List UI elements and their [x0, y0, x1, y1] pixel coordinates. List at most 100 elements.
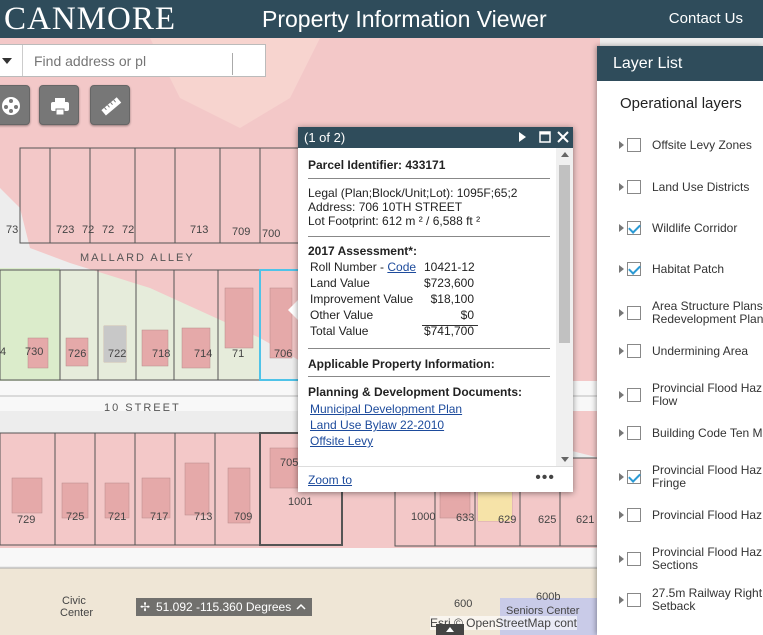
expand-arrow-icon[interactable]	[619, 555, 624, 563]
attribution-toggle[interactable]	[436, 624, 464, 635]
lot-number: 713	[190, 224, 209, 236]
lot-number: 621	[576, 514, 595, 526]
layer-label: 27.5m Railway Right Setback	[652, 586, 763, 613]
lot-number: 73	[6, 224, 19, 236]
app-title: Property Information Viewer	[262, 6, 547, 32]
scrollbar-thumb[interactable]	[559, 165, 570, 343]
layer-item[interactable]: Wildlife Corridor	[597, 218, 763, 248]
lot-number: 71	[232, 348, 245, 360]
search-source-dropdown[interactable]	[0, 45, 23, 76]
applicable-info-title: Applicable Property Information:	[308, 357, 495, 371]
expand-arrow-icon[interactable]	[619, 473, 624, 481]
expand-arrow-icon[interactable]	[619, 391, 624, 399]
next-feature-icon[interactable]	[515, 130, 529, 144]
layer-label: Wildlife Corridor	[652, 221, 738, 235]
expand-arrow-icon[interactable]	[619, 347, 624, 355]
operational-layers-heading: Operational layers	[620, 95, 742, 112]
parcel-address: Address: 706 10TH STREET	[308, 200, 463, 214]
popup-scrollbar[interactable]	[556, 148, 573, 466]
expand-arrow-icon[interactable]	[619, 183, 624, 191]
print-tool-button[interactable]	[39, 85, 79, 125]
layers-tool-button[interactable]	[0, 85, 30, 125]
roll-code-link[interactable]: Code	[387, 260, 416, 274]
layer-visibility-checkbox[interactable]	[627, 221, 641, 235]
layer-item[interactable]: Land Use Districts	[597, 177, 763, 207]
layer-label: Undermining Area	[652, 344, 749, 358]
contact-us-link[interactable]: Contact Us	[669, 0, 743, 38]
popup-footer: Zoom to •••	[298, 466, 573, 493]
expand-arrow-icon[interactable]	[619, 596, 624, 604]
assessment-label: Improvement Value	[310, 292, 414, 306]
maximize-icon[interactable]	[538, 130, 552, 144]
roll-number-label: Roll Number - Code	[310, 260, 417, 274]
lot-number: 721	[108, 511, 127, 523]
layer-visibility-checkbox[interactable]	[627, 508, 641, 522]
lot-footprint: Lot Footprint: 612 m ² / 6,588 ft ²	[308, 214, 481, 228]
street-label: MALLARD ALLEY	[80, 252, 195, 264]
lot-number: 72	[102, 224, 115, 236]
more-actions-icon[interactable]: •••	[535, 469, 555, 487]
layer-item[interactable]: Undermining Area	[597, 341, 763, 371]
layer-visibility-checkbox[interactable]	[627, 180, 641, 194]
scroll-up-icon[interactable]	[561, 152, 569, 157]
scroll-down-icon[interactable]	[561, 457, 569, 462]
layer-label: Land Use Districts	[652, 180, 750, 194]
lot-number: 723	[56, 224, 75, 236]
search-widget	[0, 44, 266, 77]
expand-arrow-icon[interactable]	[619, 141, 624, 149]
offsite-levy-link[interactable]: Offsite Levy	[310, 434, 373, 448]
lot-number: 1001	[288, 496, 313, 508]
ruler-icon	[101, 97, 122, 116]
layer-item[interactable]: Provincial Flood Haz Sections	[597, 546, 763, 576]
assessment-label: Total Value	[310, 324, 369, 338]
popup-title-bar: (1 of 2)	[298, 127, 573, 148]
zoom-to-link[interactable]: Zoom to	[308, 473, 352, 487]
layer-label: Building Code Ten M	[652, 426, 763, 440]
layer-item[interactable]: Provincial Flood Haz Flow	[597, 382, 763, 412]
layer-visibility-checkbox[interactable]	[627, 593, 641, 607]
chevron-up-icon[interactable]	[294, 598, 308, 616]
layer-visibility-checkbox[interactable]	[627, 388, 641, 402]
street-label: 10 STREET	[104, 402, 181, 414]
app-header: CANMORE Property Information Viewer Cont…	[0, 0, 763, 38]
layer-item[interactable]: Provincial Flood Haz	[597, 505, 763, 535]
land-use-bylaw-link[interactable]: Land Use Bylaw 22-2010	[310, 418, 444, 432]
layer-list-title: Layer List	[597, 46, 763, 81]
layer-visibility-checkbox[interactable]	[627, 262, 641, 276]
layer-visibility-checkbox[interactable]	[627, 344, 641, 358]
popup-divider	[308, 178, 550, 179]
layer-visibility-checkbox[interactable]	[627, 470, 641, 484]
search-input[interactable]	[24, 45, 234, 76]
popup-divider	[308, 236, 550, 237]
layer-visibility-checkbox[interactable]	[627, 552, 641, 566]
layer-label: Habitat Patch	[652, 262, 725, 276]
lot-number: 72	[122, 224, 135, 236]
layer-visibility-checkbox[interactable]	[627, 306, 641, 320]
coordinate-readout: ✢ 51.092 -115.360 Degrees	[136, 598, 312, 616]
expand-arrow-icon[interactable]	[619, 224, 624, 232]
layer-label: Provincial Flood Haz Fringe	[652, 463, 763, 490]
municipal-plan-link[interactable]: Municipal Development Plan	[310, 402, 462, 416]
layer-item[interactable]: Offsite Levy Zones	[597, 135, 763, 165]
assessment-value: $18,100	[430, 292, 474, 306]
assessment-label: Land Value	[310, 276, 370, 290]
layer-item[interactable]: 27.5m Railway Right Setback	[597, 587, 763, 617]
film-reel-icon	[2, 97, 20, 115]
measure-tool-button[interactable]	[90, 85, 130, 125]
layer-item[interactable]: Area Structure Plans Redevelopment Plan	[597, 300, 763, 330]
expand-arrow-icon[interactable]	[619, 309, 624, 317]
legal-description: Legal (Plan;Block/Unit;Lot): 1095F;65;2	[308, 186, 518, 200]
popup-content: Parcel Identifier: 433171 Legal (Plan;Bl…	[298, 148, 556, 466]
crosshair-icon[interactable]: ✢	[140, 598, 150, 616]
lot-number: 726	[68, 348, 87, 360]
close-icon[interactable]	[556, 130, 570, 144]
chevron-down-icon	[2, 58, 12, 64]
layer-item[interactable]: Habitat Patch	[597, 259, 763, 289]
layer-item[interactable]: Building Code Ten M	[597, 423, 763, 453]
layer-item[interactable]: Provincial Flood Haz Fringe	[597, 464, 763, 494]
layer-visibility-checkbox[interactable]	[627, 426, 641, 440]
expand-arrow-icon[interactable]	[619, 265, 624, 273]
expand-arrow-icon[interactable]	[619, 429, 624, 437]
expand-arrow-icon[interactable]	[619, 511, 624, 519]
layer-visibility-checkbox[interactable]	[627, 138, 641, 152]
